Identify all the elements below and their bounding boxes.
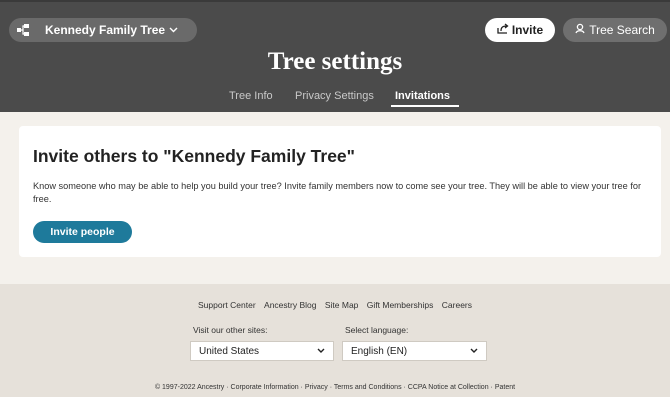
tree-icon [9, 18, 37, 42]
invite-button[interactable]: Invite [485, 18, 555, 42]
invite-heading: Invite others to "Kennedy Family Tree" [33, 146, 355, 166]
tab-privacy-settings[interactable]: Privacy Settings [295, 90, 374, 102]
invite-card: Invite others to "Kennedy Family Tree" K… [19, 126, 661, 257]
chevron-down-icon [317, 346, 325, 356]
active-tab-indicator [391, 105, 459, 107]
other-sites-select[interactable]: United States [190, 341, 334, 361]
footer-link-careers[interactable]: Careers [442, 300, 472, 310]
tree-search-button[interactable]: Tree Search [563, 18, 667, 42]
tree-search-label: Tree Search [589, 23, 655, 37]
tree-selector-button[interactable]: Kennedy Family Tree [9, 18, 197, 42]
other-sites-value: United States [199, 345, 260, 357]
settings-tabs: Tree Info Privacy Settings Invitations [0, 90, 670, 108]
copyright-text: © 1997-2022 Ancestry · Corporate Informa… [154, 384, 516, 391]
tree-name: Kennedy Family Tree [45, 23, 166, 37]
invite-people-button[interactable]: Invite people [33, 221, 132, 243]
chevron-down-icon [470, 346, 478, 356]
share-icon [497, 23, 509, 37]
language-select[interactable]: English (EN) [342, 341, 487, 361]
footer-link-support-center[interactable]: Support Center [198, 300, 256, 310]
footer-links: Support Center Ancestry Blog Site Map Gi… [0, 300, 670, 310]
footer-link-gift-memberships[interactable]: Gift Memberships [367, 300, 434, 310]
other-sites-label: Visit our other sites: [193, 325, 268, 335]
language-label: Select language: [345, 325, 409, 335]
top-header: Kennedy Family Tree Invite Tree Search T… [0, 0, 670, 112]
person-search-icon [575, 23, 586, 37]
invite-description: Know someone who may be able to help you… [33, 181, 642, 204]
page-title: Tree settings [267, 48, 403, 75]
footer-link-site-map[interactable]: Site Map [325, 300, 359, 310]
language-value: English (EN) [351, 345, 408, 357]
invite-label: Invite [511, 23, 544, 37]
footer-link-ancestry-blog[interactable]: Ancestry Blog [264, 300, 316, 310]
chevron-down-icon [169, 25, 178, 36]
tab-tree-info[interactable]: Tree Info [229, 90, 273, 102]
footer: Support Center Ancestry Blog Site Map Gi… [0, 284, 670, 397]
tab-invitations[interactable]: Invitations [395, 90, 450, 102]
